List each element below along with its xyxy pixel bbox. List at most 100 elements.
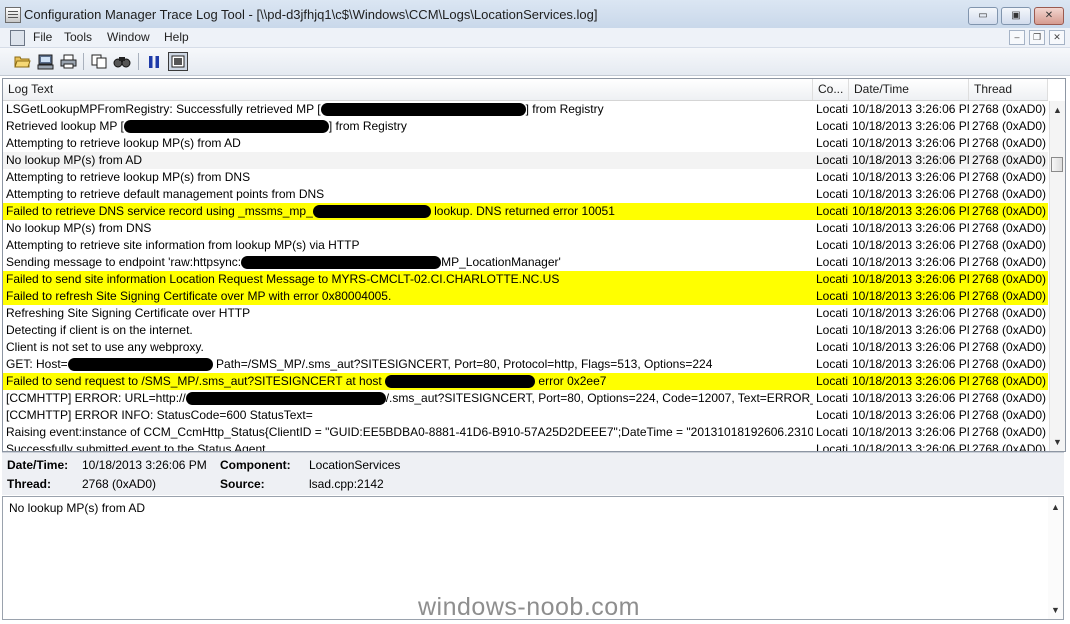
menu-help[interactable]: Help <box>164 30 189 44</box>
log-component-cell: Locati <box>816 357 849 371</box>
log-text: Attempting to retrieve default managemen… <box>6 187 325 201</box>
log-row[interactable]: Attempting to retrieve lookup MP(s) from… <box>3 135 1048 152</box>
title-bar: Configuration Manager Trace Log Tool - [… <box>0 0 1070 29</box>
log-datetime-cell: 10/18/2013 3:26:06 PM <box>852 255 969 269</box>
menu-window[interactable]: Window <box>107 30 150 44</box>
copy-button[interactable] <box>89 52 109 71</box>
print-button[interactable] <box>58 52 78 71</box>
log-text-cell: Successfully submitted event to the Stat… <box>3 441 813 451</box>
log-datetime-cell: 10/18/2013 3:26:06 PM <box>852 204 969 218</box>
watermark: windows-noob.com <box>418 593 640 621</box>
log-row[interactable]: [CCMHTTP] ERROR INFO: StatusCode=600 Sta… <box>3 407 1048 424</box>
pause-icon <box>149 55 159 68</box>
log-text-cell: Raising event:instance of CCM_CcmHttp_St… <box>3 424 813 441</box>
log-text: Attempting to retrieve site information … <box>6 238 360 252</box>
log-text: [CCMHTTP] ERROR INFO: StatusCode=600 Sta… <box>6 408 313 422</box>
log-message-text: No lookup MP(s) from AD <box>9 501 146 515</box>
log-row[interactable]: No lookup MP(s) from DNS Locati 10/18/2013… <box>3 220 1048 237</box>
open-on-server-icon <box>37 54 53 69</box>
log-text: Failed to retrieve DNS service record us… <box>6 204 313 218</box>
menu-file[interactable]: File <box>33 30 52 44</box>
log-row[interactable]: Attempting to retrieve lookup MP(s) from… <box>3 169 1048 186</box>
log-component-cell: Locati <box>816 255 849 269</box>
log-text-cell: Failed to retrieve DNS service record us… <box>3 203 813 220</box>
open-on-server-button[interactable] <box>35 52 55 71</box>
log-row[interactable]: GET: Host= Path=/SMS_MP/.sms_aut?SITESIG… <box>3 356 1048 373</box>
find-button[interactable] <box>112 52 132 71</box>
maximize-button[interactable]: ▣ <box>1001 7 1031 25</box>
log-thread-cell: 2768 (0xAD0) <box>972 425 1047 439</box>
log-row[interactable]: Failed to send request to /SMS_MP/.sms_a… <box>3 373 1048 390</box>
log-thread-cell: 2768 (0xAD0) <box>972 136 1047 150</box>
log-text-cell: GET: Host= Path=/SMS_MP/.sms_aut?SITESIG… <box>3 356 813 373</box>
column-header-log-text[interactable]: Log Text <box>3 79 813 100</box>
log-thread-cell: 2768 (0xAD0) <box>972 357 1047 371</box>
log-row[interactable]: LSGetLookupMPFromRegistry: Successfully … <box>3 101 1048 118</box>
close-button[interactable]: ✕ <box>1034 7 1064 25</box>
scroll-down-icon[interactable]: ▼ <box>1050 435 1065 449</box>
log-row[interactable]: Refreshing Site Signing Certificate over… <box>3 305 1048 322</box>
log-thread-cell: 2768 (0xAD0) <box>972 323 1047 337</box>
log-row[interactable]: Failed to retrieve DNS service record us… <box>3 203 1048 220</box>
log-text-continued: error 0x2ee7 <box>535 374 607 388</box>
log-row[interactable]: No lookup MP(s) from AD Locati 10/18/2013 … <box>3 152 1048 169</box>
log-datetime-cell: 10/18/2013 3:26:06 PM <box>852 119 969 133</box>
menu-tools[interactable]: Tools <box>64 30 92 44</box>
minimize-button[interactable]: ▭ <box>968 7 998 25</box>
log-row[interactable]: Attempting to retrieve site information … <box>3 237 1048 254</box>
mdi-restore-button[interactable]: ❐ <box>1029 30 1045 45</box>
column-header-datetime[interactable]: Date/Time <box>849 79 969 100</box>
log-row[interactable]: Sending message to endpoint 'raw:httpsyn… <box>3 254 1048 271</box>
highlight-toggle-icon <box>171 55 185 68</box>
redaction-mark <box>123 120 329 134</box>
log-text-continued: lookup. DNS returned error 10051 <box>430 204 615 218</box>
log-thread-cell: 2768 (0xAD0) <box>972 374 1047 388</box>
log-row[interactable]: Client is not set to use any webproxy. Lo… <box>3 339 1048 356</box>
log-text-cell: Retrieved lookup MP [] from Registry <box>3 118 813 135</box>
log-row[interactable]: Raising event:instance of CCM_CcmHttp_St… <box>3 424 1048 441</box>
log-thread-cell: 2768 (0xAD0) <box>972 442 1047 451</box>
log-text-continued: Path=/SMS_MP/.sms_aut?SITESIGNCERT, Port… <box>212 357 713 371</box>
log-text: Attempting to retrieve lookup MP(s) from… <box>6 170 251 184</box>
column-header-component[interactable]: Co... <box>813 79 849 100</box>
log-thread-cell: 2768 (0xAD0) <box>972 221 1047 235</box>
log-text-cell: Detecting if client is on the internet. <box>3 322 813 339</box>
log-row[interactable]: Successfully submitted event to the Stat… <box>3 441 1048 451</box>
log-component-cell: Locati <box>816 374 849 388</box>
log-component-cell: Locati <box>816 442 849 451</box>
log-text: No lookup MP(s) from DNS <box>6 221 152 235</box>
mdi-minimize-button[interactable]: – <box>1009 30 1025 45</box>
column-header-thread[interactable]: Thread <box>969 79 1048 100</box>
log-text-continued: ] from Registry <box>328 119 407 133</box>
pause-button[interactable] <box>144 52 164 71</box>
scroll-thumb[interactable] <box>1051 157 1063 172</box>
log-scrollbar[interactable]: ▲ ▼ <box>1049 101 1065 451</box>
mdi-close-button[interactable]: ✕ <box>1049 30 1065 45</box>
log-row[interactable]: [CCMHTTP] ERROR: URL=http:// /.sms_aut?SI… <box>3 390 1048 407</box>
log-row[interactable]: Retrieved lookup MP [] from Registry Loca… <box>3 118 1048 135</box>
scroll-up-icon[interactable]: ▲ <box>1048 500 1063 514</box>
scroll-up-icon[interactable]: ▲ <box>1050 103 1065 117</box>
scroll-down-icon[interactable]: ▼ <box>1048 603 1063 617</box>
log-row[interactable]: Attempting to retrieve default managemen… <box>3 186 1048 203</box>
log-text: Refreshing Site Signing Certificate over… <box>6 306 251 320</box>
log-component-cell: Locati <box>816 102 849 116</box>
message-scrollbar[interactable]: ▲ ▼ <box>1048 497 1063 619</box>
log-row[interactable]: Failed to send site information Location… <box>3 271 1048 288</box>
log-text: No lookup MP(s) from AD <box>6 153 143 167</box>
log-datetime-cell: 10/18/2013 3:26:06 PM <box>852 272 969 286</box>
log-text: Failed to send request to /SMS_MP/.sms_a… <box>6 374 386 388</box>
log-row[interactable]: Detecting if client is on the internet. L… <box>3 322 1048 339</box>
document-icon[interactable] <box>10 30 25 46</box>
log-component-cell: Locati <box>816 272 849 286</box>
log-thread-cell: 2768 (0xAD0) <box>972 170 1047 184</box>
log-datetime-cell: 10/18/2013 3:26:06 PM <box>852 408 969 422</box>
highlight-toggle-button[interactable] <box>168 52 188 71</box>
thread-value: 2768 (0xAD0) <box>82 477 157 491</box>
app-icon <box>5 7 21 23</box>
menu-bar: File Tools Window Help – ❐ ✕ <box>0 28 1070 48</box>
log-row[interactable]: Failed to refresh Site Signing Certifica… <box>3 288 1048 305</box>
log-list[interactable]: Log Text Co... Date/Time Thread LSGetLoo… <box>2 78 1066 452</box>
open-button[interactable] <box>12 52 32 71</box>
log-thread-cell: 2768 (0xAD0) <box>972 204 1047 218</box>
